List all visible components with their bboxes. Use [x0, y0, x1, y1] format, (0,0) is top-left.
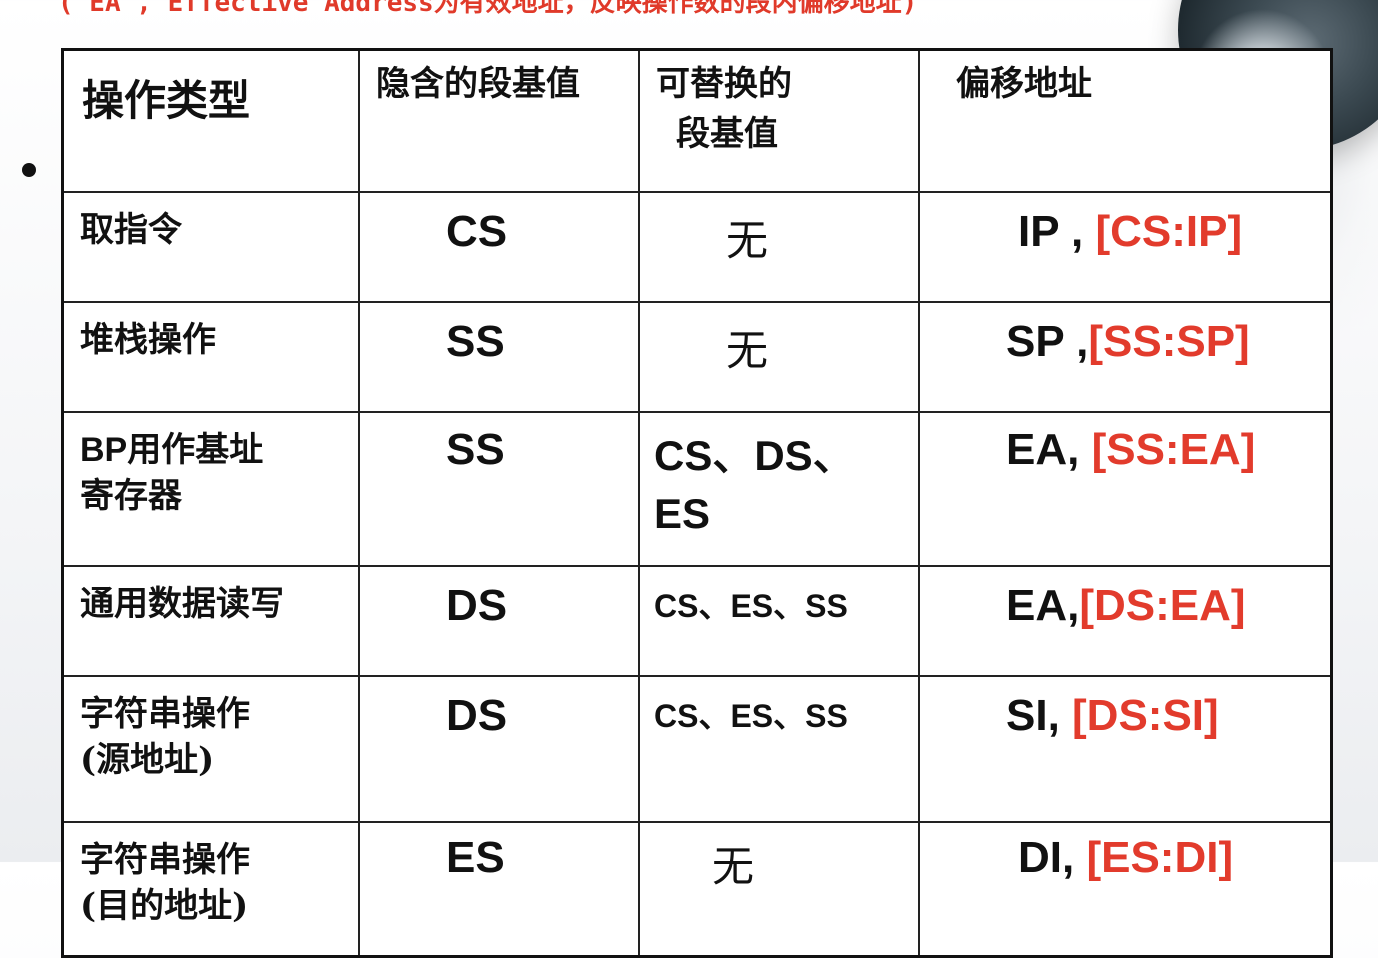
- header-op-type-label: 操作类型: [82, 76, 251, 125]
- implied-seg-value: SS: [446, 317, 505, 366]
- op-type-label: BP用作基址: [80, 427, 358, 473]
- cell-offset: IP , [CS:IP]: [918, 191, 1333, 303]
- offset-value: EA, [SS:EA]: [920, 413, 1330, 475]
- cell-implied: CS: [358, 191, 640, 303]
- cell-op-type: 取指令: [61, 191, 360, 303]
- bullet-icon: [22, 163, 36, 177]
- physical-address: [CS:IP]: [1095, 207, 1243, 256]
- cell-alt: 无: [638, 191, 920, 303]
- header-implied-seg-label: 隐含的段基值: [376, 64, 580, 104]
- slide-note: ( EA , Effective Address为有效地址，反映操作数的段内偏移…: [58, 0, 918, 18]
- alt-seg-value: 无: [726, 216, 769, 265]
- implied-seg-value: CS: [446, 207, 508, 256]
- physical-address: [SS:EA]: [1091, 425, 1256, 474]
- alt-seg-value: 无: [726, 326, 769, 375]
- table-row: 通用数据读写 DS CS、ES、SS EA,[DS:EA]: [61, 565, 1333, 677]
- table-header-row: 操作类型 隐含的段基值 可替换的 段基值 偏移地址: [61, 48, 1333, 193]
- cell-offset: SI, [DS:SI]: [918, 675, 1333, 823]
- alt-seg-value: CS、ES、SS: [654, 698, 848, 734]
- op-type-line1: 字符串操作: [80, 694, 250, 734]
- op-type-label: 通用数据读写: [80, 584, 284, 624]
- cell-alt: CS、DS、 ES: [638, 411, 920, 567]
- implied-seg-value: ES: [446, 833, 505, 882]
- offset-register: IP ,: [1018, 207, 1096, 256]
- physical-address: [DS:SI]: [1072, 691, 1219, 740]
- cell-op-type: 字符串操作 (源地址): [61, 675, 360, 823]
- op-type-label: 取指令: [80, 210, 182, 250]
- cell-offset: EA,[DS:EA]: [918, 565, 1333, 677]
- op-type-line2: 寄存器: [80, 476, 182, 516]
- offset-value: SI, [DS:SI]: [920, 677, 1330, 741]
- offset-register: SI,: [1006, 691, 1073, 740]
- cell-op-type: 堆栈操作: [61, 301, 360, 413]
- offset-value: SP ,[SS:SP]: [920, 303, 1330, 367]
- op-type-line1: 字符串操作: [80, 840, 250, 880]
- cell-alt: 无: [638, 821, 920, 958]
- implied-seg-value: SS: [446, 425, 505, 474]
- op-type-line1: BP用作基址: [80, 431, 264, 469]
- offset-register: EA,: [1006, 581, 1080, 630]
- cell-offset: DI, [ES:DI]: [918, 821, 1333, 958]
- physical-address: [SS:SP]: [1088, 317, 1250, 366]
- header-offset-label: 偏移地址: [956, 64, 1092, 104]
- cell-offset: EA, [SS:EA]: [918, 411, 1333, 567]
- op-type-line2: (源地址): [80, 740, 215, 780]
- cell-implied: ES: [358, 821, 640, 958]
- physical-address: [ES:DI]: [1086, 833, 1234, 882]
- cell-implied: DS: [358, 565, 640, 677]
- physical-address: [DS:EA]: [1079, 581, 1246, 630]
- alt-seg-line1: CS、DS、: [654, 432, 855, 479]
- cell-op-type: 字符串操作 (目的地址): [61, 821, 360, 958]
- offset-register: EA,: [1006, 425, 1092, 474]
- header-op-type: 操作类型: [61, 48, 360, 193]
- cell-alt: CS、ES、SS: [638, 675, 920, 823]
- header-alt-seg: 可替换的 段基值: [638, 48, 920, 193]
- header-offset: 偏移地址: [918, 48, 1333, 193]
- alt-seg-value: CS、ES、SS: [654, 588, 848, 624]
- offset-value: DI, [ES:DI]: [920, 823, 1330, 883]
- offset-value: IP , [CS:IP]: [920, 193, 1330, 257]
- cell-implied: SS: [358, 411, 640, 567]
- op-type-label: 堆栈操作: [80, 320, 216, 360]
- op-type-line2: (目的地址): [80, 886, 249, 926]
- cell-op-type: BP用作基址 寄存器: [61, 411, 360, 567]
- table-row: 字符串操作 (源地址) DS CS、ES、SS SI, [DS:SI]: [61, 675, 1333, 823]
- implied-seg-value: DS: [446, 691, 508, 740]
- cell-alt: CS、ES、SS: [638, 565, 920, 677]
- offset-register: DI,: [1018, 833, 1087, 882]
- cell-offset: SP ,[SS:SP]: [918, 301, 1333, 413]
- alt-seg-line2: ES: [654, 490, 711, 537]
- header-alt-seg-line1: 可替换的: [656, 64, 792, 104]
- cell-implied: SS: [358, 301, 640, 413]
- table-row: 字符串操作 (目的地址) ES 无 DI, [ES:DI]: [61, 821, 1333, 958]
- header-alt-seg-line2: 段基值: [676, 114, 778, 154]
- cell-alt: 无: [638, 301, 920, 413]
- cell-op-type: 通用数据读写: [61, 565, 360, 677]
- segment-register-table: 操作类型 隐含的段基值 可替换的 段基值 偏移地址 取指令 CS 无 IP , …: [61, 48, 1333, 958]
- offset-value: EA,[DS:EA]: [920, 567, 1330, 631]
- offset-register: SP ,: [1006, 317, 1089, 366]
- cell-implied: DS: [358, 675, 640, 823]
- table-row: 堆栈操作 SS 无 SP ,[SS:SP]: [61, 301, 1333, 413]
- implied-seg-value: DS: [446, 581, 508, 630]
- header-implied-seg: 隐含的段基值: [358, 48, 640, 193]
- table-row: BP用作基址 寄存器 SS CS、DS、 ES EA, [SS:EA]: [61, 411, 1333, 567]
- alt-seg-value: 无: [712, 842, 755, 891]
- table-row: 取指令 CS 无 IP , [CS:IP]: [61, 191, 1333, 303]
